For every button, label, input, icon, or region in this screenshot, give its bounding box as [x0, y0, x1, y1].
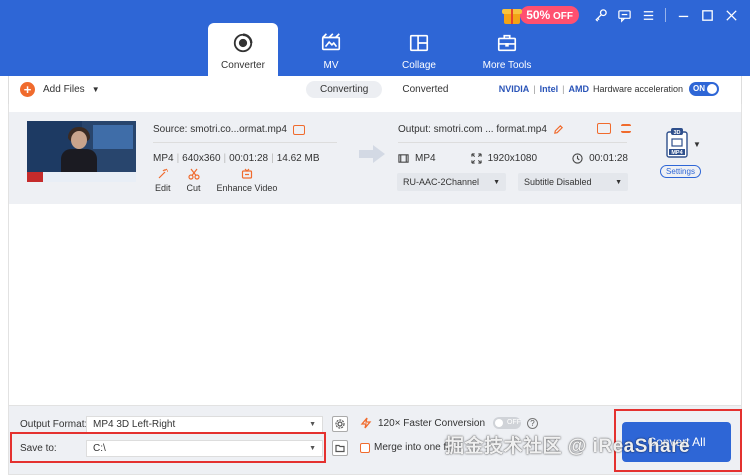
- edit-button[interactable]: Edit: [155, 168, 171, 193]
- enhance-video-button[interactable]: Enhance Video: [217, 168, 277, 193]
- key-icon[interactable]: [589, 4, 611, 26]
- save-to-label: Save to:: [20, 443, 57, 454]
- toolbar: + Add Files ▼ Converting Converted NVIDI…: [8, 76, 742, 104]
- tab-label: MV: [323, 60, 339, 71]
- scissors-icon: [187, 168, 200, 180]
- edit-tools: Edit Cut Enhance Video: [155, 168, 293, 193]
- separator: |: [562, 84, 565, 94]
- promo-banner[interactable]: 50% OFF: [502, 5, 579, 25]
- info-icon[interactable]: [292, 124, 305, 135]
- mv-icon: [321, 33, 341, 51]
- close-icon[interactable]: [720, 4, 742, 26]
- merge-option[interactable]: Merge into one file: [360, 442, 456, 453]
- tab-collage[interactable]: Collage: [384, 23, 454, 76]
- output-meta: MP4 1920x1080 00:01:28: [398, 153, 628, 164]
- tab-converted[interactable]: Converted: [388, 81, 462, 98]
- svg-text:MP4: MP4: [671, 150, 683, 156]
- source-meta: MP4 | 640x360 | 00:01:28 | 14.62 MB: [153, 153, 320, 164]
- mp4-format-icon[interactable]: 3D MP4: [665, 128, 689, 158]
- watermark: 掘金技术社区 @ iReaShare: [445, 436, 691, 457]
- tab-label: Collage: [402, 60, 436, 71]
- add-files-label: Add Files: [43, 84, 85, 95]
- output-duration: 00:01:28: [572, 153, 628, 164]
- merge-checkbox[interactable]: [360, 442, 370, 453]
- divider: [153, 142, 337, 143]
- tab-converter[interactable]: Converter: [208, 23, 278, 76]
- add-files-button[interactable]: + Add Files ▼: [20, 82, 100, 97]
- tab-more-tools[interactable]: More Tools: [472, 23, 542, 76]
- save-to-select[interactable]: C:\ ▼: [86, 440, 323, 457]
- cut-button[interactable]: Cut: [187, 168, 201, 193]
- file-list: Source: smotri.co...ormat.mp4 MP4 | 640x36…: [8, 104, 742, 406]
- hw-accel-toggle[interactable]: ON: [689, 82, 719, 96]
- enhance-icon: [241, 168, 253, 179]
- help-icon[interactable]: ?: [527, 417, 539, 429]
- svg-text:3D: 3D: [673, 130, 680, 136]
- chevron-down-icon: ▼: [615, 178, 622, 186]
- hw-accel-label: Hardware acceleration: [592, 84, 683, 94]
- separator: |: [533, 84, 536, 94]
- divider: [398, 142, 627, 143]
- tab-converting[interactable]: Converting: [306, 81, 383, 98]
- divider: [665, 8, 666, 22]
- magic-wand-icon: [158, 168, 168, 179]
- source-filename: Source: smotri.co...ormat.mp4: [153, 124, 305, 135]
- amd-label: AMD: [568, 84, 589, 94]
- chevron-down-icon: ▼: [309, 445, 316, 452]
- main-tabs: Converter MV Collage More Tools: [208, 23, 560, 76]
- minimize-icon[interactable]: [672, 4, 694, 26]
- tab-mv[interactable]: MV: [296, 23, 366, 76]
- plus-icon: +: [20, 82, 35, 97]
- maximize-icon[interactable]: [696, 4, 718, 26]
- folder-icon: [335, 444, 345, 453]
- toolbox-icon: [497, 34, 517, 52]
- arrow-right-icon: [359, 145, 385, 163]
- gift-icon: [502, 5, 523, 25]
- output-format: MP4: [398, 153, 436, 164]
- gear-icon: [335, 419, 345, 429]
- faster-conversion: 120× Faster Conversion OFF ?: [360, 417, 539, 429]
- chevron-down-icon: ▼: [309, 421, 316, 428]
- media-info-icon[interactable]: [597, 123, 611, 134]
- promo-badge: 50% OFF: [520, 6, 579, 24]
- subtitle-select[interactable]: Subtitle Disabled ▼: [518, 173, 628, 191]
- faster-conversion-toggle[interactable]: OFF: [493, 417, 522, 429]
- file-item: Source: smotri.co...ormat.mp4 MP4 | 640x36…: [9, 112, 741, 204]
- feedback-icon[interactable]: [613, 4, 635, 26]
- settings-button[interactable]: Settings: [660, 165, 701, 178]
- chevron-down-icon[interactable]: ▼: [92, 85, 100, 94]
- status-segment: Converting Converted: [306, 81, 469, 98]
- audio-track-select[interactable]: RU-AAC-2Channel ▼: [397, 173, 506, 191]
- format-settings-button[interactable]: [332, 416, 348, 432]
- compress-icon[interactable]: [621, 124, 631, 133]
- pencil-icon[interactable]: [553, 124, 564, 135]
- chevron-down-icon[interactable]: ▼: [693, 140, 701, 149]
- collage-icon: [409, 34, 429, 52]
- menu-icon[interactable]: [637, 4, 659, 26]
- intel-label: Intel: [539, 84, 559, 94]
- output-actions: [597, 123, 631, 134]
- chevron-down-icon: ▼: [493, 178, 500, 186]
- open-folder-button[interactable]: [332, 440, 348, 456]
- output-filename: Output: smotri.com ... format.mp4: [398, 124, 564, 135]
- output-resolution: 1920x1080: [470, 153, 537, 164]
- output-format-select[interactable]: MP4 3D Left-Right ▼: [86, 416, 323, 433]
- resize-icon: [470, 153, 482, 164]
- nvidia-label: NVIDIA: [498, 84, 530, 94]
- lightning-icon: [360, 417, 372, 429]
- converter-icon: [233, 33, 253, 53]
- tab-label: More Tools: [482, 60, 532, 71]
- title-bar: 50% OFF Converter MV Collage More Tools: [0, 0, 750, 76]
- hardware-acceleration: NVIDIA | Intel | AMD Hardware accelerati…: [499, 82, 719, 96]
- output-format-label: Output Format:: [20, 419, 88, 430]
- clock-icon: [572, 153, 583, 164]
- film-icon: [398, 154, 409, 163]
- tab-label: Converter: [221, 60, 265, 71]
- video-thumbnail[interactable]: [27, 121, 136, 182]
